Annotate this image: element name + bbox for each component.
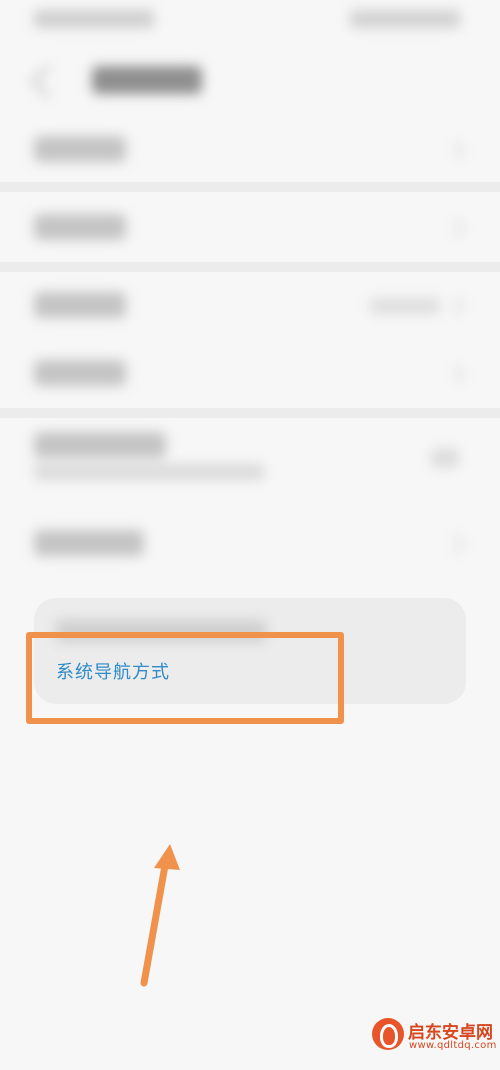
settings-row-label (34, 530, 144, 556)
settings-row-label (34, 432, 166, 458)
watermark-logo-icon (372, 1018, 404, 1050)
chevron-right-icon (445, 140, 465, 160)
chevron-right-icon (445, 534, 465, 554)
settings-row-label (34, 214, 126, 240)
chevron-right-icon (445, 364, 465, 384)
settings-row-5[interactable] (0, 418, 500, 498)
watermark-url: www.qdltdq.com (409, 1040, 497, 1051)
settings-row-6[interactable] (0, 512, 500, 574)
tip-card (34, 598, 466, 704)
tip-question (56, 620, 266, 642)
divider (0, 408, 500, 418)
settings-row-value (370, 298, 440, 314)
chevron-right-icon (445, 218, 465, 238)
chevron-right-icon (445, 296, 465, 316)
header (0, 50, 500, 110)
settings-row-3[interactable] (0, 274, 500, 336)
page-title (92, 66, 202, 94)
toggle-switch[interactable] (430, 448, 460, 468)
status-left-info (34, 10, 154, 28)
settings-row-label (34, 292, 126, 318)
settings-row-description (34, 464, 264, 480)
back-icon[interactable] (31, 65, 64, 98)
status-right-info (350, 10, 460, 28)
system-navigation-link[interactable]: 系统导航方式 (56, 658, 170, 684)
settings-row-1[interactable] (0, 118, 500, 180)
settings-row-label (34, 360, 126, 386)
settings-row-2[interactable] (0, 196, 500, 258)
watermark: 启东安卓网 www.qdltdq.com (372, 1018, 498, 1058)
divider (0, 182, 500, 192)
settings-row-4[interactable] (0, 342, 500, 404)
divider (0, 262, 500, 272)
status-bar (0, 0, 500, 40)
settings-row-label (34, 136, 126, 162)
